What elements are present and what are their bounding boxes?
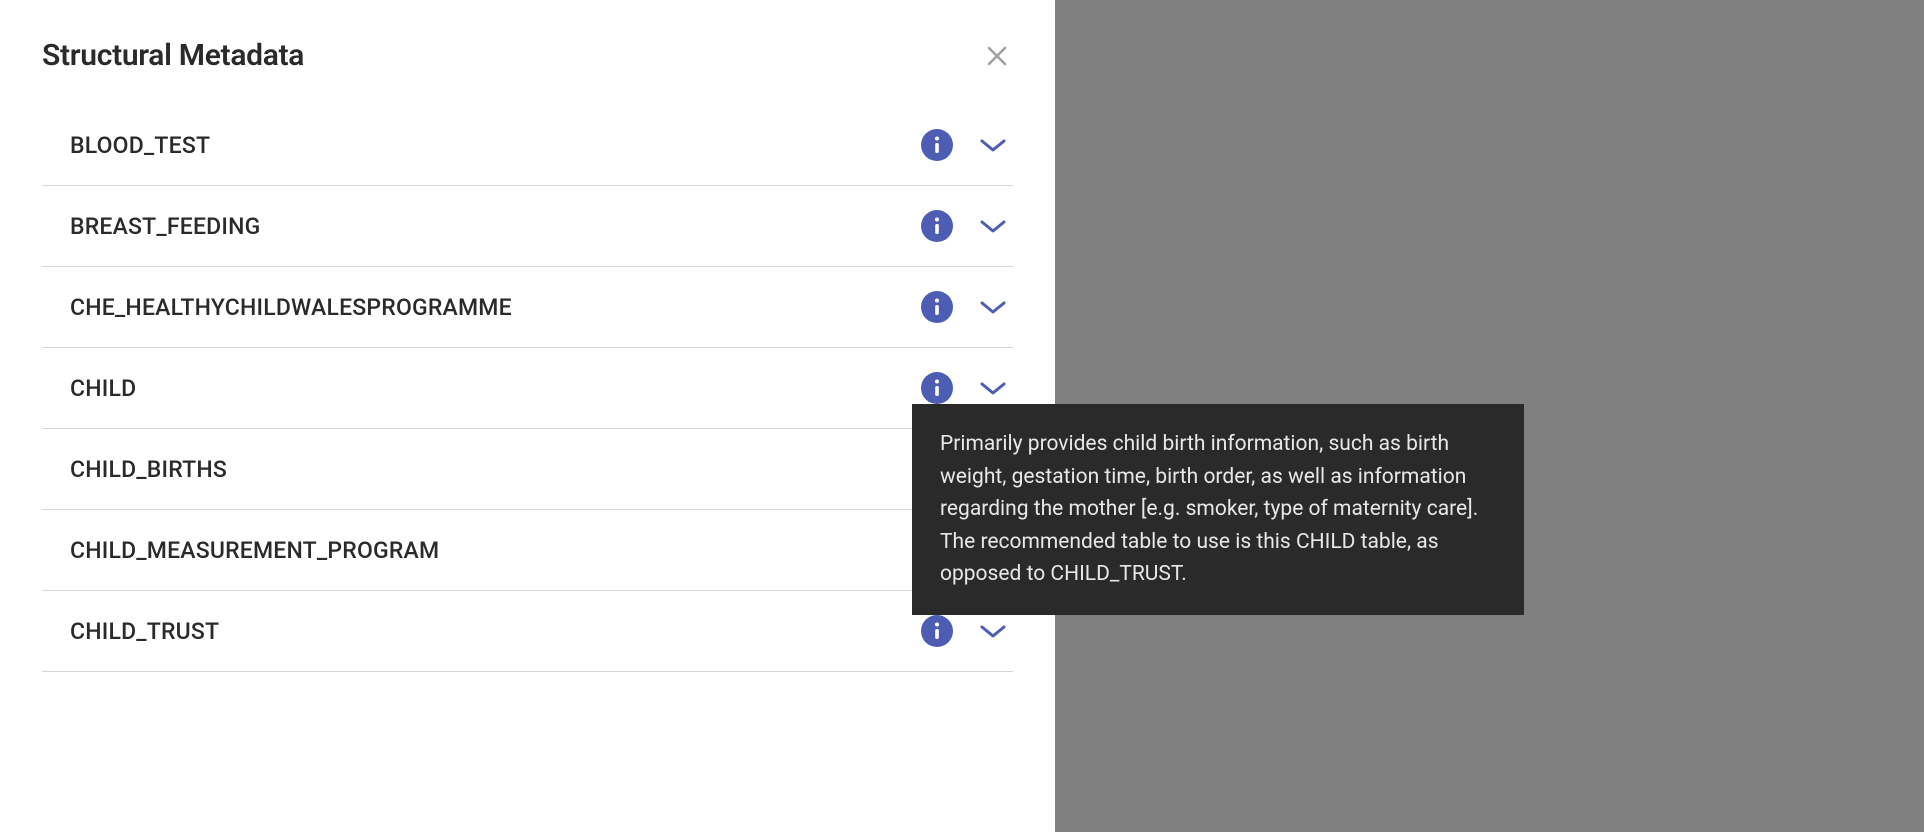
list-item-actions: [921, 291, 1013, 323]
modal-title: Structural Metadata: [42, 38, 304, 73]
list-item-actions: [921, 210, 1013, 242]
list-item-actions: [921, 129, 1013, 161]
info-icon: [933, 379, 941, 397]
chevron-down-icon: [980, 623, 1006, 639]
list-item-label: BLOOD_TEST: [42, 132, 210, 159]
close-icon: [985, 44, 1009, 68]
tooltip-text: Primarily provides child birth informati…: [940, 432, 1478, 586]
list-item-label: CHILD_MEASUREMENT_PROGRAM: [42, 537, 439, 564]
list-item-label: CHILD_TRUST: [42, 618, 219, 645]
structural-metadata-modal: Structural Metadata BLOOD_TEST: [0, 0, 1055, 832]
list-item: CHILD_TRUST: [42, 591, 1013, 672]
info-icon: [933, 217, 941, 235]
chevron-down-icon: [980, 380, 1006, 396]
list-item-label: CHILD_BIRTHS: [42, 456, 227, 483]
list-item: BLOOD_TEST: [42, 105, 1013, 186]
expand-button[interactable]: [977, 295, 1009, 319]
list-item: CHE_HEALTHYCHILDWALESPROGRAMME: [42, 267, 1013, 348]
expand-button[interactable]: [977, 376, 1009, 400]
list-item: BREAST_FEEDING: [42, 186, 1013, 267]
expand-button[interactable]: [977, 214, 1009, 238]
chevron-down-icon: [980, 218, 1006, 234]
list-item-label: CHILD: [42, 375, 136, 402]
info-button[interactable]: [921, 291, 953, 323]
info-icon: [933, 622, 941, 640]
chevron-down-icon: [980, 299, 1006, 315]
chevron-down-icon: [980, 137, 1006, 153]
expand-button[interactable]: [977, 619, 1009, 643]
list-item-label: BREAST_FEEDING: [42, 213, 260, 240]
info-button[interactable]: [921, 615, 953, 647]
list-item: CHILD_BIRTHS: [42, 429, 1013, 510]
expand-button[interactable]: [977, 133, 1009, 157]
metadata-list: BLOOD_TEST BREAST_FEEDING: [0, 93, 1055, 672]
info-icon: [933, 298, 941, 316]
info-icon: [933, 136, 941, 154]
list-item: CHILD_MEASUREMENT_PROGRAM: [42, 510, 1013, 591]
info-button[interactable]: [921, 372, 953, 404]
list-item-actions: [921, 372, 1013, 404]
list-item-actions: [921, 615, 1013, 647]
modal-header: Structural Metadata: [0, 0, 1055, 93]
info-button[interactable]: [921, 210, 953, 242]
list-item-label: CHE_HEALTHYCHILDWALESPROGRAMME: [42, 294, 512, 321]
list-item: CHILD: [42, 348, 1013, 429]
close-button[interactable]: [981, 40, 1013, 72]
info-button[interactable]: [921, 129, 953, 161]
info-tooltip: Primarily provides child birth informati…: [912, 404, 1524, 615]
